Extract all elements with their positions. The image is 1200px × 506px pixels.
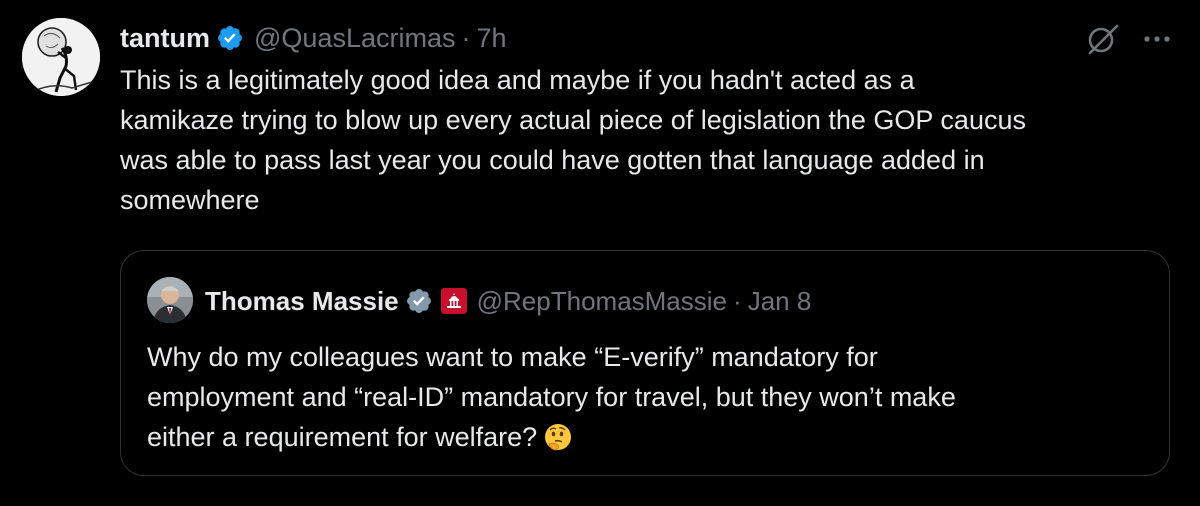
tweet[interactable]: tantum @QuasLacrimas · 7h This is a legi… — [0, 0, 1200, 506]
tweet-text-line: kamikaze trying to blow up every actual … — [120, 105, 1026, 135]
quoted-text-line: either a requirement for welfare? — [147, 422, 538, 452]
government-verified-badge-icon[interactable] — [405, 287, 433, 315]
us-capitol-badge-icon[interactable] — [440, 288, 467, 314]
thinking-face-emoji — [543, 422, 573, 452]
quoted-text-line: Why do my colleagues want to make “E-ver… — [147, 342, 878, 372]
portrait-avatar-icon — [147, 277, 193, 323]
quoted-tweet-header: Thomas Massie @RepThomasMassie · Jan 8 — [205, 281, 811, 321]
tweet-header: tantum @QuasLacrimas · 7h — [120, 20, 507, 56]
tweet-text: This is a legitimately good idea and may… — [120, 60, 1120, 220]
verified-badge-icon[interactable] — [216, 24, 244, 52]
quoted-author-display-name[interactable]: Thomas Massie — [205, 286, 399, 317]
separator-dot: · — [461, 22, 471, 53]
quoted-text-line-last: either a requirement for welfare? — [147, 417, 1147, 457]
more-dots-icon[interactable] — [1140, 26, 1174, 52]
tweet-timestamp[interactable]: 7h — [476, 23, 506, 54]
tweet-text-line: This is a legitimately good idea and may… — [120, 65, 915, 95]
quoted-author-handle[interactable]: @RepThomasMassie — [477, 286, 727, 317]
quoted-tweet-timestamp[interactable]: Jan 8 — [748, 286, 812, 317]
author-handle[interactable]: @QuasLacrimas — [254, 23, 455, 54]
grok-icon[interactable] — [1086, 22, 1120, 56]
separator-dot: · — [733, 285, 742, 316]
author-display-name[interactable]: tantum — [120, 23, 210, 54]
quoted-tweet-card[interactable]: Thomas Massie @RepThomasMassie · Jan 8 W… — [120, 250, 1170, 476]
tweet-text-line: was able to pass last year you could hav… — [120, 145, 985, 175]
quoted-text-line: employment and “real-ID” mandatory for t… — [147, 382, 956, 412]
tweet-text-line: somewhere — [120, 185, 260, 215]
quoted-author-avatar[interactable] — [147, 277, 193, 323]
sisyphus-avatar-icon — [22, 18, 100, 96]
quoted-tweet-text: Why do my colleagues want to make “E-ver… — [147, 337, 1147, 457]
author-avatar[interactable] — [22, 18, 100, 96]
